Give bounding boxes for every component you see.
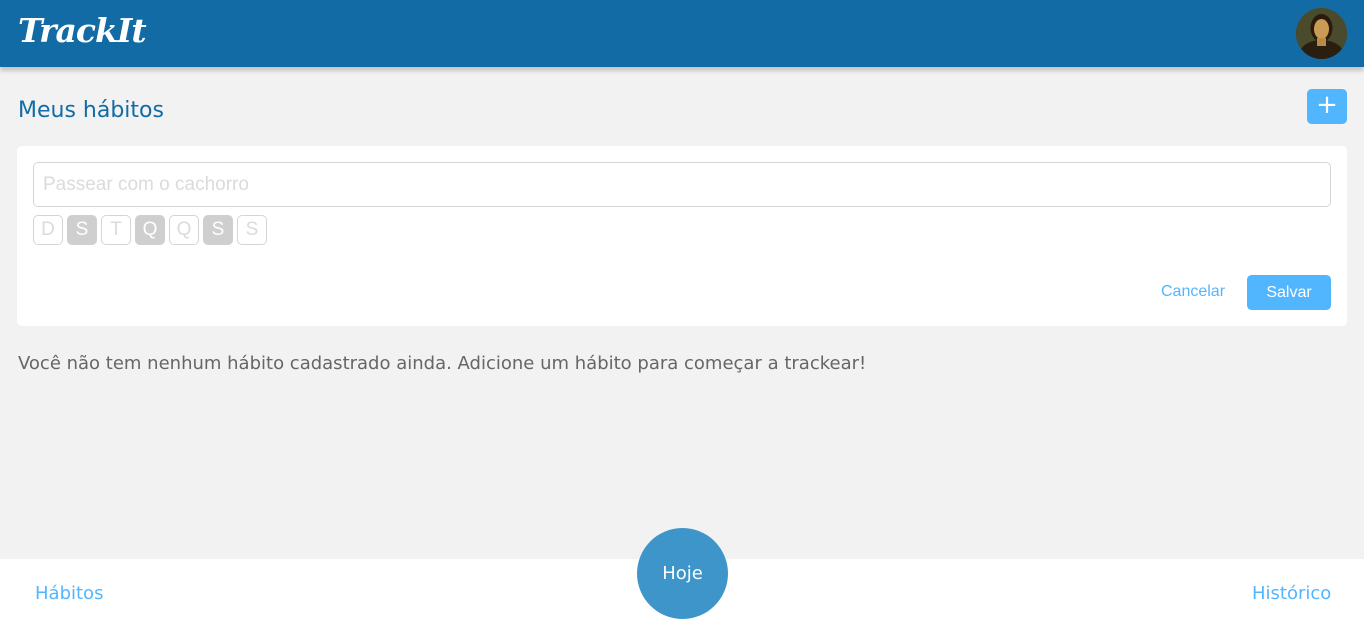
habit-name-input[interactable]: [33, 162, 1331, 207]
save-button[interactable]: Salvar: [1247, 275, 1331, 310]
weekday-selector: D S T Q Q S S: [33, 215, 267, 245]
page-title: Meus hábitos: [18, 98, 164, 123]
day-toggle-thursday[interactable]: Q: [169, 215, 199, 245]
add-habit-button[interactable]: +: [1307, 89, 1347, 124]
app-logo: TrackIt: [18, 11, 147, 50]
day-toggle-wednesday[interactable]: Q: [135, 215, 165, 245]
day-toggle-monday[interactable]: S: [67, 215, 97, 245]
top-bar: TrackIt: [0, 0, 1364, 67]
user-avatar[interactable]: [1296, 8, 1347, 59]
user-avatar-icon: [1296, 8, 1347, 59]
new-habit-form: D S T Q Q S S Cancelar Salvar: [17, 146, 1347, 326]
nav-habits-link[interactable]: Hábitos: [35, 583, 103, 604]
day-toggle-sunday[interactable]: D: [33, 215, 63, 245]
nav-history-link[interactable]: Histórico: [1252, 583, 1331, 604]
day-toggle-saturday[interactable]: S: [237, 215, 267, 245]
empty-state-message: Você não tem nenhum hábito cadastrado ai…: [18, 353, 867, 374]
day-toggle-friday[interactable]: S: [203, 215, 233, 245]
cancel-button[interactable]: Cancelar: [1161, 283, 1225, 301]
day-toggle-tuesday[interactable]: T: [101, 215, 131, 245]
today-button[interactable]: Hoje: [637, 528, 728, 619]
